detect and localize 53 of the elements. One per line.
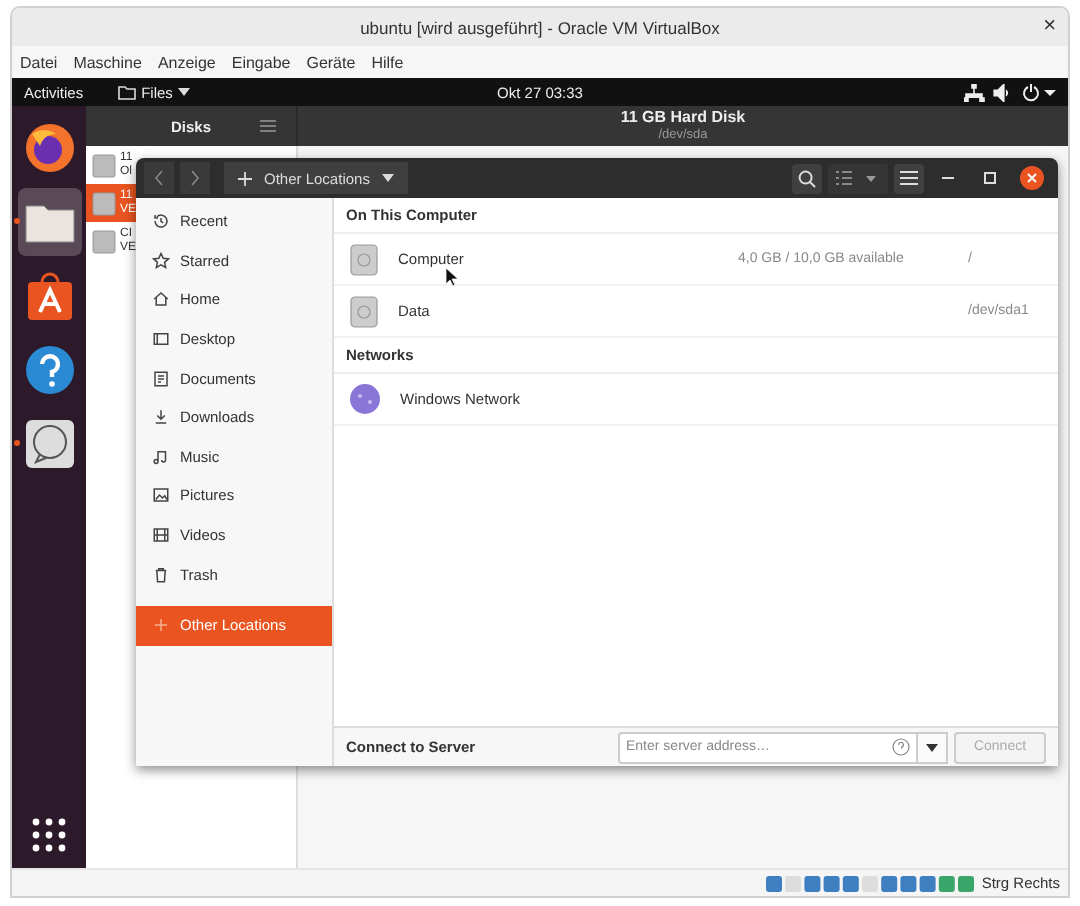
- close-icon: [1020, 166, 1044, 190]
- menu-icon[interactable]: [260, 120, 276, 132]
- mouse-pointer-icon: [446, 268, 458, 286]
- folder-icon[interactable]: [23, 200, 75, 244]
- chevron-right-icon: [190, 170, 200, 186]
- home-icon: [152, 290, 170, 309]
- menu-item[interactable]: Maschine: [73, 53, 142, 71]
- dropdown-button[interactable]: [918, 731, 948, 763]
- view-options-button[interactable]: [828, 163, 888, 193]
- close-button[interactable]: ×: [1043, 14, 1056, 38]
- pictures-icon: [152, 486, 170, 505]
- desktop-icon: [152, 330, 170, 349]
- system-status-icons[interactable]: [964, 83, 1056, 101]
- menu-item[interactable]: Datei: [20, 53, 58, 71]
- speech-bubble-icon[interactable]: [23, 418, 75, 470]
- caret-icon: [381, 174, 394, 182]
- window-title: ubuntu [wird ausgeführt] - Oracle VM VirtualBox: [360, 17, 720, 37]
- music-icon: [152, 447, 170, 466]
- menu-button[interactable]: [894, 163, 924, 193]
- drive-icon: [350, 243, 378, 275]
- device-status-icons[interactable]: [765, 873, 978, 893]
- disk-title: 11 GB Hard Disk: [620, 108, 746, 126]
- search-icon: [798, 169, 816, 187]
- folder-icon: [117, 84, 136, 100]
- minimize-icon: [942, 176, 954, 180]
- forward-button[interactable]: [180, 162, 210, 194]
- menu-icon: [900, 170, 918, 186]
- caret-icon: [926, 743, 938, 751]
- chevron-left-icon: [154, 170, 164, 186]
- plus-icon: [238, 171, 252, 185]
- search-button[interactable]: [792, 163, 822, 193]
- close-button[interactable]: [1014, 162, 1050, 194]
- recent-icon: [152, 212, 170, 231]
- network-icon: [350, 384, 380, 414]
- menu-item[interactable]: Geräte: [306, 53, 356, 71]
- help-icon[interactable]: [23, 344, 75, 396]
- star-icon: [152, 251, 170, 270]
- drive-icon: [350, 295, 378, 327]
- other-icon: [152, 616, 170, 635]
- menu-item[interactable]: Hilfe: [371, 53, 404, 71]
- downloads-icon: [152, 408, 170, 427]
- menu-item[interactable]: Eingabe: [231, 53, 291, 71]
- documents-icon: [152, 369, 170, 388]
- menu-item[interactable]: Anzeige: [157, 53, 216, 71]
- videos-icon: [152, 526, 170, 545]
- shopping-bag-icon[interactable]: [25, 270, 73, 322]
- back-button[interactable]: [144, 162, 174, 194]
- caret-icon: [178, 88, 191, 96]
- firefox-icon[interactable]: [23, 122, 75, 174]
- list-view-icon: [836, 170, 880, 186]
- trash-icon: [152, 565, 170, 584]
- maximize-icon: [984, 172, 996, 184]
- app-grid-icon[interactable]: [32, 818, 66, 852]
